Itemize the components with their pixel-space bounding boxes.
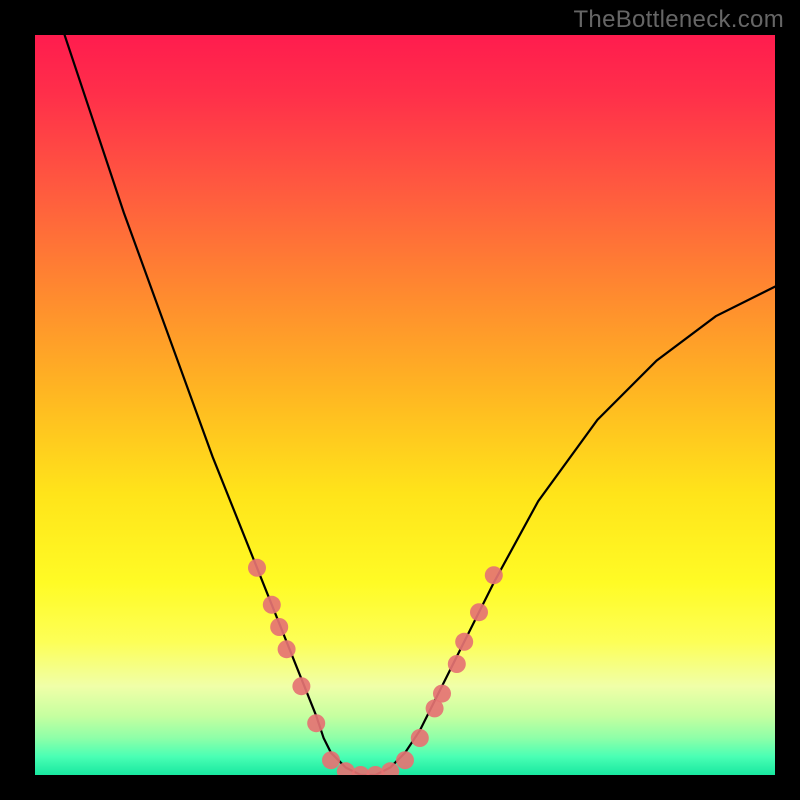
- highlight-dot: [411, 729, 429, 747]
- plot-area: [35, 35, 775, 775]
- highlight-dot: [322, 751, 340, 769]
- highlight-dot: [470, 603, 488, 621]
- highlight-dots: [248, 559, 503, 775]
- bottleneck-curve: [65, 35, 775, 775]
- highlight-dot: [433, 685, 451, 703]
- highlight-dot: [381, 762, 399, 775]
- highlight-dot: [263, 596, 281, 614]
- highlight-dot: [455, 633, 473, 651]
- highlight-dot: [270, 618, 288, 636]
- highlight-dot: [292, 677, 310, 695]
- curve-layer: [35, 35, 775, 775]
- highlight-dot: [485, 566, 503, 584]
- highlight-dot: [278, 640, 296, 658]
- watermark-text: TheBottleneck.com: [573, 6, 784, 34]
- chart-frame: TheBottleneck.com: [0, 0, 800, 800]
- highlight-dot: [248, 559, 266, 577]
- highlight-dot: [307, 714, 325, 732]
- highlight-dot: [448, 655, 466, 673]
- highlight-dot: [396, 751, 414, 769]
